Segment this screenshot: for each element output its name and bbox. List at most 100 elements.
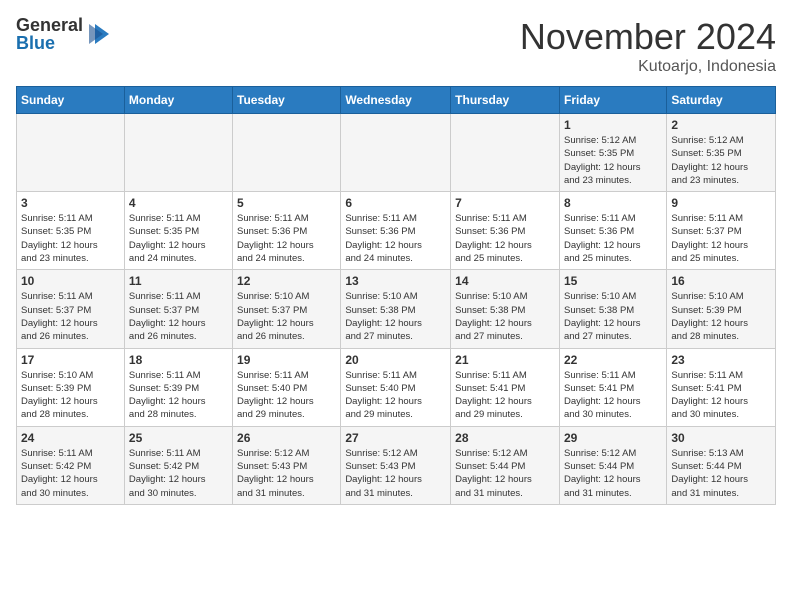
weekday-header-monday: Monday — [124, 87, 232, 114]
calendar-cell: 6Sunrise: 5:11 AM Sunset: 5:36 PM Daylig… — [341, 192, 451, 270]
day-number: 1 — [564, 118, 662, 132]
calendar-cell: 17 Sunrise: 5:10 AM Sunset: 5:39 PM Dayli… — [17, 348, 125, 426]
day-number: 26 — [237, 431, 336, 445]
weekday-header-friday: Friday — [559, 87, 666, 114]
day-info: Sunrise: 5:11 AM Sunset: 5:42 PM Dayligh… — [129, 447, 228, 500]
calendar-cell: 16Sunrise: 5:10 AM Sunset: 5:39 PM Dayli… — [667, 270, 776, 348]
logo: General Blue — [16, 16, 113, 52]
day-info: Sunrise: 5:12 AM Sunset: 5:43 PM Dayligh… — [237, 447, 336, 500]
day-info: Sunrise: 5:11 AM Sunset: 5:35 PM Dayligh… — [129, 212, 228, 265]
day-number: 19 — [237, 353, 336, 367]
page-header: General Blue November 2024 Kutoarjo, Ind… — [16, 16, 776, 76]
location: Kutoarjo, Indonesia — [520, 58, 776, 76]
day-number: 21 — [455, 353, 555, 367]
day-number: 28 — [455, 431, 555, 445]
calendar-cell — [233, 114, 341, 192]
calendar-cell — [451, 114, 560, 192]
calendar-cell: 2 Sunrise: 5:12 AM Sunset: 5:35 PM Daylig… — [667, 114, 776, 192]
day-number: 3 — [21, 196, 120, 210]
weekday-header-saturday: Saturday — [667, 87, 776, 114]
calendar-cell: 14Sunrise: 5:10 AM Sunset: 5:38 PM Dayli… — [451, 270, 560, 348]
day-number: 2 — [671, 118, 771, 132]
day-info: Sunrise: 5:11 AM Sunset: 5:37 PM Dayligh… — [21, 290, 120, 343]
calendar-cell: 22 Sunrise: 5:11 AM Sunset: 5:41 PM Dayli… — [559, 348, 666, 426]
calendar-cell: 5 Sunrise: 5:11 AM Sunset: 5:36 PM Daylig… — [233, 192, 341, 270]
day-info: Sunrise: 5:11 AM Sunset: 5:36 PM Dayligh… — [237, 212, 336, 265]
day-number: 11 — [129, 274, 228, 288]
weekday-header-tuesday: Tuesday — [233, 87, 341, 114]
day-number: 22 — [564, 353, 662, 367]
calendar-cell: 1Sunrise: 5:12 AM Sunset: 5:35 PM Daylig… — [559, 114, 666, 192]
calendar-cell: 3 Sunrise: 5:11 AM Sunset: 5:35 PM Daylig… — [17, 192, 125, 270]
day-info: Sunrise: 5:11 AM Sunset: 5:36 PM Dayligh… — [345, 212, 446, 265]
calendar-cell — [17, 114, 125, 192]
calendar-cell: 24 Sunrise: 5:11 AM Sunset: 5:42 PM Dayli… — [17, 426, 125, 504]
calendar-cell: 9 Sunrise: 5:11 AM Sunset: 5:37 PM Daylig… — [667, 192, 776, 270]
calendar-cell: 21 Sunrise: 5:11 AM Sunset: 5:41 PM Dayli… — [451, 348, 560, 426]
calendar-week-2: 3 Sunrise: 5:11 AM Sunset: 5:35 PM Daylig… — [17, 192, 776, 270]
logo-general-text: General — [16, 16, 83, 34]
calendar-cell: 4 Sunrise: 5:11 AM Sunset: 5:35 PM Daylig… — [124, 192, 232, 270]
calendar-cell: 26 Sunrise: 5:12 AM Sunset: 5:43 PM Dayli… — [233, 426, 341, 504]
calendar-cell: 29 Sunrise: 5:12 AM Sunset: 5:44 PM Dayli… — [559, 426, 666, 504]
day-info: Sunrise: 5:12 AM Sunset: 5:35 PM Dayligh… — [671, 134, 771, 187]
day-info: Sunrise: 5:10 AM Sunset: 5:39 PM Dayligh… — [671, 290, 771, 343]
day-number: 7 — [455, 196, 555, 210]
day-number: 10 — [21, 274, 120, 288]
calendar-cell: 15 Sunrise: 5:10 AM Sunset: 5:38 PM Dayli… — [559, 270, 666, 348]
month-title: November 2024 — [520, 16, 776, 58]
calendar-cell: 12 Sunrise: 5:10 AM Sunset: 5:37 PM Dayli… — [233, 270, 341, 348]
calendar-cell: 19Sunrise: 5:11 AM Sunset: 5:40 PM Dayli… — [233, 348, 341, 426]
day-number: 5 — [237, 196, 336, 210]
day-number: 29 — [564, 431, 662, 445]
day-number: 27 — [345, 431, 446, 445]
calendar-week-1: 1 Sunrise: 5:12 AM Sunset: 5:35 PM Daylig… — [17, 114, 776, 192]
day-info: Sunrise: 5:11 AM Sunset: 5:41 PM Dayligh… — [564, 369, 662, 422]
day-number: 8 — [564, 196, 662, 210]
calendar-cell: 30 Sunrise: 5:13 AM Sunset: 5:44 PM Dayli… — [667, 426, 776, 504]
calendar-cell: 11 Sunrise: 5:11 AM Sunset: 5:37 PM Dayli… — [124, 270, 232, 348]
day-info: Sunrise: 5:10 AM Sunset: 5:37 PM Dayligh… — [237, 290, 336, 343]
day-info: Sunrise: 5:11 AM Sunset: 5:36 PM Dayligh… — [564, 212, 662, 265]
day-number: 15 — [564, 274, 662, 288]
calendar-header: SundayMondayTuesdayWednesdayThursdayFrid… — [17, 87, 776, 114]
day-number: 4 — [129, 196, 228, 210]
title-block: November 2024 Kutoarjo, Indonesia — [520, 16, 776, 76]
day-info: Sunrise: 5:10 AM Sunset: 5:39 PM Dayligh… — [21, 369, 120, 422]
day-number: 24 — [21, 431, 120, 445]
day-info: Sunrise: 5:11 AM Sunset: 5:36 PM Dayligh… — [455, 212, 555, 265]
calendar-cell: 25 Sunrise: 5:11 AM Sunset: 5:42 PM Dayli… — [124, 426, 232, 504]
calendar-cell: 10 Sunrise: 5:11 AM Sunset: 5:37 PM Dayli… — [17, 270, 125, 348]
weekday-header-sunday: Sunday — [17, 87, 125, 114]
day-number: 18 — [129, 353, 228, 367]
day-number: 23 — [671, 353, 771, 367]
day-info: Sunrise: 5:11 AM Sunset: 5:37 PM Dayligh… — [129, 290, 228, 343]
day-info: Sunrise: 5:10 AM Sunset: 5:38 PM Dayligh… — [345, 290, 446, 343]
logo-icon — [85, 20, 113, 48]
day-info: Sunrise: 5:11 AM Sunset: 5:42 PM Dayligh… — [21, 447, 120, 500]
day-number: 9 — [671, 196, 771, 210]
day-number: 20 — [345, 353, 446, 367]
day-number: 30 — [671, 431, 771, 445]
day-info: Sunrise: 5:12 AM Sunset: 5:44 PM Dayligh… — [564, 447, 662, 500]
day-info: Sunrise: 5:11 AM Sunset: 5:35 PM Dayligh… — [21, 212, 120, 265]
day-info: Sunrise: 5:11 AM Sunset: 5:41 PM Dayligh… — [455, 369, 555, 422]
calendar-table: SundayMondayTuesdayWednesdayThursdayFrid… — [16, 86, 776, 505]
day-number: 14 — [455, 274, 555, 288]
day-info: Sunrise: 5:10 AM Sunset: 5:38 PM Dayligh… — [564, 290, 662, 343]
day-info: Sunrise: 5:12 AM Sunset: 5:44 PM Dayligh… — [455, 447, 555, 500]
day-number: 25 — [129, 431, 228, 445]
day-number: 12 — [237, 274, 336, 288]
calendar-cell: 18Sunrise: 5:11 AM Sunset: 5:39 PM Dayli… — [124, 348, 232, 426]
calendar-cell — [124, 114, 232, 192]
day-info: Sunrise: 5:11 AM Sunset: 5:37 PM Dayligh… — [671, 212, 771, 265]
calendar-cell: 23 Sunrise: 5:11 AM Sunset: 5:41 PM Dayli… — [667, 348, 776, 426]
day-number: 17 — [21, 353, 120, 367]
calendar-cell: 28 Sunrise: 5:12 AM Sunset: 5:44 PM Dayli… — [451, 426, 560, 504]
calendar-cell: 27 Sunrise: 5:12 AM Sunset: 5:43 PM Dayli… — [341, 426, 451, 504]
day-info: Sunrise: 5:13 AM Sunset: 5:44 PM Dayligh… — [671, 447, 771, 500]
calendar-week-4: 17 Sunrise: 5:10 AM Sunset: 5:39 PM Dayli… — [17, 348, 776, 426]
day-info: Sunrise: 5:12 AM Sunset: 5:43 PM Dayligh… — [345, 447, 446, 500]
day-number: 13 — [345, 274, 446, 288]
day-info: Sunrise: 5:11 AM Sunset: 5:41 PM Dayligh… — [671, 369, 771, 422]
